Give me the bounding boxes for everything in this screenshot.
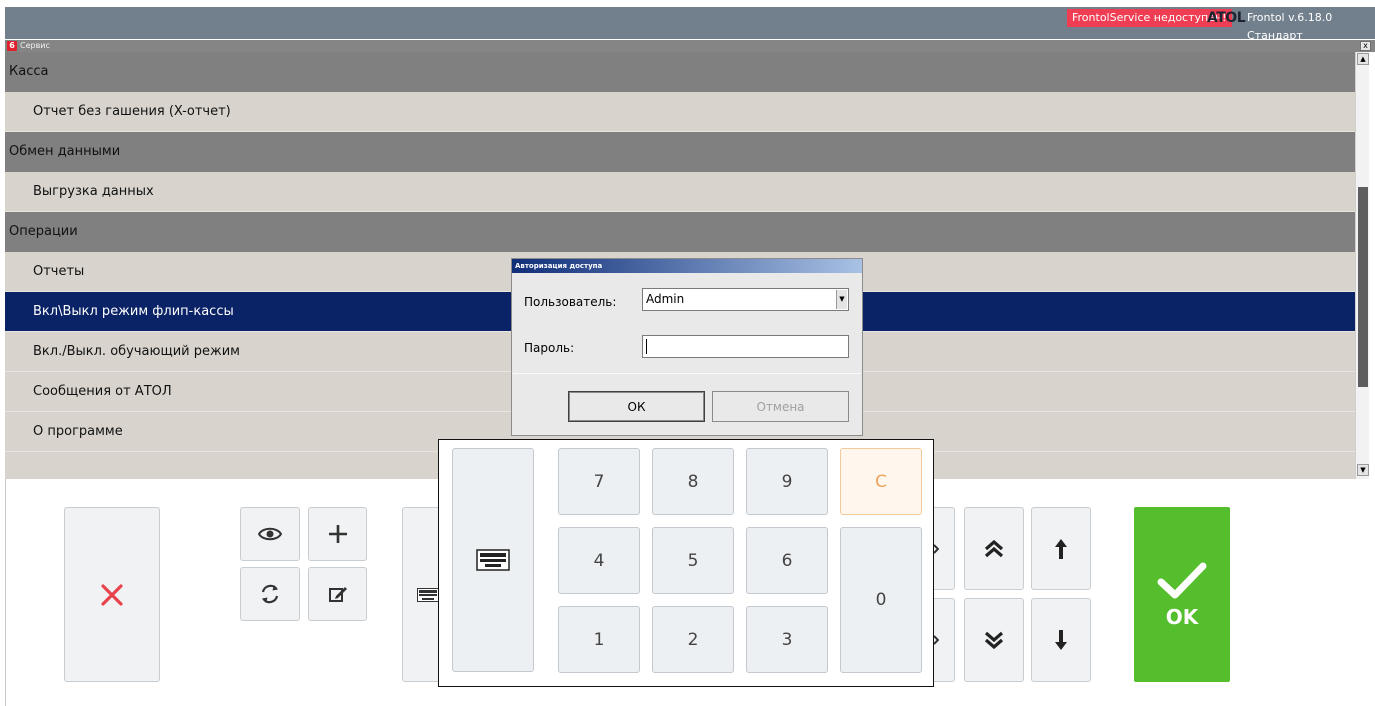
checkmark-icon bbox=[1157, 562, 1207, 598]
confirm-ok-label: OK bbox=[1165, 604, 1199, 629]
plus-icon bbox=[328, 525, 347, 543]
double-chevron-up-icon bbox=[984, 539, 1004, 557]
menu-item-data-export[interactable]: Выгрузка данных bbox=[5, 172, 1355, 212]
view-button[interactable] bbox=[240, 507, 300, 561]
keyboard-icon bbox=[417, 587, 439, 602]
toolbar-divider bbox=[5, 479, 6, 706]
keypad-1[interactable]: 1 bbox=[558, 606, 640, 673]
keypad-clear[interactable]: C bbox=[840, 448, 922, 515]
keypad-2[interactable]: 2 bbox=[652, 606, 734, 673]
add-button[interactable] bbox=[308, 507, 367, 561]
menu-item-x-report[interactable]: Отчет без гашения (X-отчет) bbox=[5, 92, 1355, 132]
refresh-button[interactable] bbox=[240, 567, 300, 621]
dialog-title: Авторизация доступа bbox=[512, 259, 862, 273]
dialog-cancel-button[interactable]: Отмена bbox=[712, 391, 849, 422]
refresh-icon bbox=[261, 584, 279, 604]
edit-icon bbox=[328, 587, 347, 602]
keyboard-button[interactable] bbox=[402, 507, 442, 682]
arrow-down-icon bbox=[1055, 630, 1067, 650]
atol-logo: ATOL bbox=[1207, 10, 1246, 26]
window-number-badge: 6 bbox=[7, 41, 17, 51]
dialog-separator bbox=[513, 373, 861, 374]
keypad-8[interactable]: 8 bbox=[652, 448, 734, 515]
double-chevron-down-icon bbox=[984, 631, 1004, 650]
numeric-keypad: 7 8 9 C 4 5 6 0 1 2 3 bbox=[438, 439, 934, 687]
arrow-up-icon bbox=[1055, 538, 1067, 559]
menu-category-kassa[interactable]: Касса bbox=[5, 52, 1355, 92]
dropdown-arrow-icon[interactable]: ▼ bbox=[836, 290, 847, 309]
keypad-7[interactable]: 7 bbox=[558, 448, 640, 515]
keypad-4[interactable]: 4 bbox=[558, 527, 640, 594]
cancel-button[interactable] bbox=[64, 507, 160, 682]
keypad-9[interactable]: 9 bbox=[746, 448, 828, 515]
edit-button[interactable] bbox=[308, 567, 367, 621]
keypad-0[interactable]: 0 bbox=[840, 527, 922, 673]
window-title-bar: 6 Сервис x bbox=[5, 39, 1375, 52]
text-caret bbox=[646, 339, 647, 354]
close-icon: x bbox=[1363, 41, 1368, 50]
keypad-6[interactable]: 6 bbox=[746, 527, 828, 594]
confirm-ok-button[interactable]: OK bbox=[1134, 507, 1230, 682]
scrollbar-thumb[interactable] bbox=[1358, 187, 1368, 387]
page-up-button[interactable] bbox=[964, 507, 1024, 590]
keypad-5[interactable]: 5 bbox=[652, 527, 734, 594]
user-select-value: Admin bbox=[646, 292, 685, 306]
password-field[interactable] bbox=[642, 335, 849, 358]
keypad-3[interactable]: 3 bbox=[746, 606, 828, 673]
user-select[interactable]: Admin ▼ bbox=[642, 288, 849, 311]
keyboard-icon bbox=[476, 549, 510, 571]
close-icon bbox=[101, 583, 123, 606]
window-title: Сервис bbox=[20, 41, 50, 50]
menu-category-operations[interactable]: Операции bbox=[5, 212, 1355, 252]
password-label: Пароль: bbox=[524, 341, 575, 355]
move-down-button[interactable] bbox=[1031, 598, 1091, 682]
menu-category-data-exchange[interactable]: Обмен данными bbox=[5, 132, 1355, 172]
scroll-up-icon[interactable]: ▲ bbox=[1357, 53, 1369, 65]
window-close-button[interactable]: x bbox=[1360, 41, 1371, 51]
user-label: Пользователь: bbox=[524, 295, 617, 309]
top-status-bar: FrontolService недоступен! ATOL Frontol … bbox=[5, 7, 1375, 42]
eye-icon bbox=[258, 527, 282, 541]
move-up-button[interactable] bbox=[1031, 507, 1091, 590]
page-down-button[interactable] bbox=[964, 598, 1024, 682]
access-authorization-dialog: Авторизация доступа Пользователь: Admin … bbox=[511, 258, 863, 436]
scroll-down-icon[interactable]: ▼ bbox=[1357, 464, 1369, 476]
menu-scrollbar[interactable]: ▲ ▼ bbox=[1355, 52, 1369, 479]
dialog-ok-button[interactable]: ОК bbox=[568, 391, 705, 422]
keypad-keyboard-toggle[interactable] bbox=[452, 448, 534, 672]
